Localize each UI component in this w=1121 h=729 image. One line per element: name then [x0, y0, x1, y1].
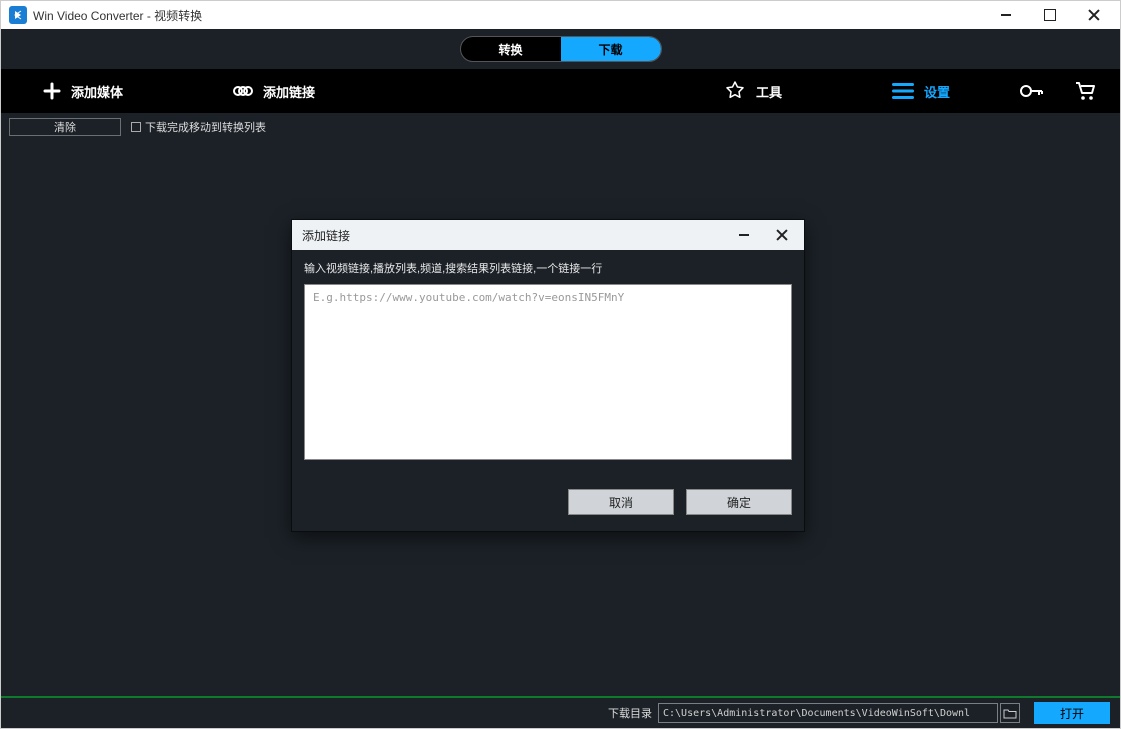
- cart-icon: [1074, 81, 1096, 101]
- settings-label: 设置: [924, 82, 950, 101]
- mode-pill: 转换 下载: [460, 36, 662, 62]
- toolbar: 添加媒体 添加链接 工具 设置: [1, 69, 1120, 113]
- download-dir-label: 下载目录: [608, 705, 652, 721]
- main-content: 转换 下载 添加媒体 添加链接 工具: [1, 29, 1120, 728]
- download-path-field[interactable]: C:\Users\Administrator\Documents\VideoWi…: [658, 703, 998, 723]
- mode-tabbar: 转换 下载: [1, 29, 1120, 69]
- cart-button[interactable]: [1074, 81, 1096, 101]
- folder-icon: [1003, 708, 1017, 719]
- minimize-button[interactable]: [996, 5, 1016, 25]
- url-textarea[interactable]: [304, 284, 792, 460]
- bottombar: 下载目录 C:\Users\Administrator\Documents\Vi…: [1, 696, 1120, 728]
- add-link-button[interactable]: 添加链接: [233, 82, 315, 101]
- dialog-title: 添加链接: [302, 227, 350, 244]
- dialog-footer: 取消 确定: [292, 475, 804, 531]
- open-button[interactable]: 打开: [1034, 702, 1110, 724]
- dialog-body: 输入视频链接,播放列表,频道,搜索结果列表链接,一个链接一行: [292, 250, 804, 475]
- key-button[interactable]: [1020, 84, 1044, 98]
- move-checkbox-label: 下载完成移动到转换列表: [145, 119, 266, 135]
- browse-folder-button[interactable]: [1000, 703, 1020, 723]
- checkbox-icon[interactable]: [131, 122, 141, 132]
- tab-download[interactable]: 下载: [561, 37, 661, 61]
- ok-button[interactable]: 确定: [686, 489, 792, 515]
- plus-icon: [43, 82, 61, 100]
- dialog-titlebar: 添加链接: [292, 220, 804, 250]
- subtoolbar: 清除 下载完成移动到转换列表: [1, 113, 1120, 137]
- cancel-button[interactable]: 取消: [568, 489, 674, 515]
- key-icon: [1020, 84, 1044, 98]
- tools-button[interactable]: 工具: [724, 80, 782, 102]
- dialog-close-button[interactable]: [770, 223, 794, 247]
- close-button[interactable]: [1084, 5, 1104, 25]
- titlebar: Win Video Converter - 视频转换: [1, 1, 1120, 29]
- star-icon: [724, 80, 746, 102]
- move-checkbox-row[interactable]: 下载完成移动到转换列表: [131, 119, 266, 135]
- app-window: Win Video Converter - 视频转换 转换 下载 添加媒体: [0, 0, 1121, 729]
- add-link-label: 添加链接: [263, 82, 315, 101]
- add-link-dialog: 添加链接 输入视频链接,播放列表,频道,搜索结果列表链接,一个链接一行 取消 确…: [291, 219, 805, 532]
- window-title: Win Video Converter - 视频转换: [33, 7, 996, 24]
- dialog-minimize-button[interactable]: [732, 223, 756, 247]
- tools-label: 工具: [756, 82, 782, 101]
- settings-button[interactable]: 设置: [892, 82, 950, 101]
- link-icon: [233, 84, 253, 98]
- clear-button[interactable]: 清除: [9, 118, 121, 136]
- add-media-button[interactable]: 添加媒体: [43, 82, 123, 101]
- tab-convert[interactable]: 转换: [461, 37, 561, 61]
- window-controls: [996, 5, 1104, 25]
- dialog-hint: 输入视频链接,播放列表,频道,搜索结果列表链接,一个链接一行: [304, 260, 792, 276]
- add-media-label: 添加媒体: [71, 82, 123, 101]
- maximize-button[interactable]: [1040, 5, 1060, 25]
- app-icon: [9, 6, 27, 24]
- menu-icon: [892, 82, 914, 100]
